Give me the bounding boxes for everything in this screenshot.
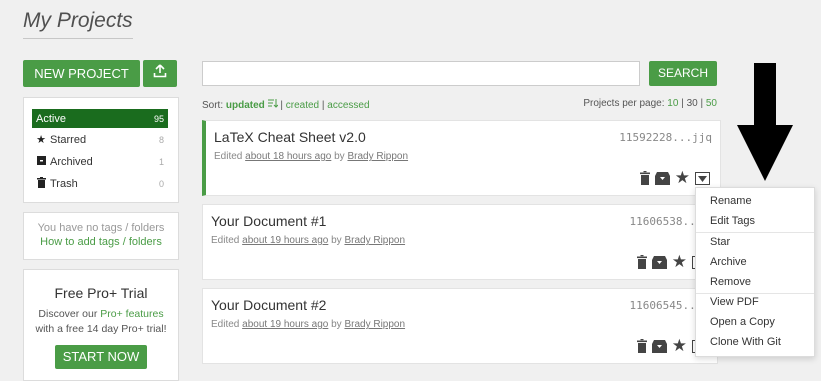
edited-prefix: Edited (214, 151, 243, 162)
project-title[interactable]: LaTeX Cheat Sheet v2.0 (214, 129, 366, 145)
menu-clone-with-git[interactable]: Clone With Git (710, 336, 781, 348)
menu-view-pdf[interactable]: View PDF (710, 296, 759, 308)
sort-accessed-link[interactable]: accessed (327, 100, 369, 111)
menu-remove[interactable]: Remove (710, 276, 751, 288)
filter-trash[interactable]: Trash 0 (32, 174, 168, 193)
sort-separator: | (321, 100, 325, 111)
pro-features-link[interactable]: Pro+ features (100, 308, 163, 320)
per-page-label: Projects per page: (583, 98, 665, 109)
filter-label: Starred (50, 133, 87, 146)
trash-icon[interactable] (636, 255, 647, 269)
page-title: My Projects (23, 9, 133, 39)
menu-divider (696, 232, 814, 233)
star-icon[interactable]: ★ (672, 336, 687, 356)
archive-icon[interactable] (654, 171, 670, 185)
sort-created-link[interactable]: created (286, 100, 319, 111)
edited-by: by (331, 319, 342, 330)
project-actions: ★ (639, 168, 710, 188)
edited-time: about 19 hours ago (242, 235, 329, 246)
edited-time: about 19 hours ago (242, 319, 329, 330)
project-card[interactable]: LaTeX Cheat Sheet v2.0 Edited about 18 h… (202, 120, 721, 196)
promo-text-after: with a free 14 day Pro+ trial! (35, 323, 167, 335)
author-link[interactable]: Brady Rippon (344, 235, 405, 246)
project-card[interactable]: Your Document #1 Edited about 19 hours a… (202, 204, 718, 280)
star-icon: ★ (36, 134, 46, 146)
promo-text: Discover our Pro+ features with a free 1… (24, 307, 178, 337)
tags-panel: You have no tags / folders How to add ta… (23, 212, 179, 260)
filter-count: 0 (158, 178, 164, 189)
edited-by: by (334, 151, 345, 162)
project-meta: Edited about 19 hours ago by Brady Rippo… (211, 235, 405, 246)
annotation-arrow-icon (737, 63, 793, 188)
chevron-down-icon[interactable] (695, 171, 710, 185)
trash-icon[interactable] (636, 339, 647, 353)
filter-count: 1 (158, 156, 164, 167)
author-link[interactable]: Brady Rippon (347, 151, 408, 162)
menu-star[interactable]: Star (710, 236, 730, 248)
project-card[interactable]: Your Document #2 Edited about 19 hours a… (202, 288, 718, 364)
edited-prefix: Edited (211, 235, 240, 246)
per-page-separator: | (700, 98, 704, 109)
start-now-button[interactable]: START NOW (55, 345, 147, 369)
per-page-bar: Projects per page: 10 | 30 | 50 (583, 98, 717, 109)
no-tags-text: You have no tags / folders (37, 222, 165, 234)
project-meta: Edited about 19 hours ago by Brady Rippo… (211, 319, 405, 330)
project-title[interactable]: Your Document #1 (211, 213, 326, 229)
project-meta: Edited about 18 hours ago by Brady Rippo… (214, 151, 408, 162)
menu-open-copy[interactable]: Open a Copy (710, 316, 775, 328)
star-icon[interactable]: ★ (675, 168, 690, 188)
upload-button[interactable] (143, 60, 177, 87)
filter-label: Archived (50, 155, 93, 168)
promo-text-before: Discover our (38, 308, 101, 320)
archive-icon[interactable] (651, 255, 667, 269)
search-button[interactable]: SEARCH (649, 61, 717, 86)
trash-icon[interactable] (639, 171, 650, 185)
star-icon[interactable]: ★ (672, 252, 687, 272)
add-tags-link[interactable]: How to add tags / folders (24, 236, 178, 248)
project-title[interactable]: Your Document #2 (211, 297, 326, 313)
edited-time: about 18 hours ago (245, 151, 332, 162)
menu-edit-tags[interactable]: Edit Tags (710, 215, 755, 227)
filter-count: 95 (153, 113, 164, 124)
filter-starred[interactable]: ★ Starred 8 (32, 130, 168, 149)
per-page-option[interactable]: 50 (706, 98, 717, 109)
menu-rename[interactable]: Rename (710, 195, 752, 207)
sort-updated-link[interactable]: updated (226, 100, 265, 111)
edited-by: by (331, 235, 342, 246)
per-page-separator: | (681, 98, 684, 109)
filter-label: Trash (50, 177, 78, 190)
project-context-menu: Rename Edit Tags Star Archive Remove Vie… (695, 187, 815, 357)
filter-count: 8 (158, 134, 164, 145)
sort-separator: | (280, 100, 283, 111)
filter-panel: Active 95 ★ Starred 8 Archived 1 Trash 0 (23, 97, 179, 203)
menu-divider (696, 293, 814, 294)
filter-label: Active (36, 112, 66, 125)
project-id: 11592228...jjq (619, 131, 712, 144)
author-link[interactable]: Brady Rippon (344, 319, 405, 330)
filter-active[interactable]: Active 95 (32, 109, 168, 128)
per-page-option[interactable]: 10 (667, 98, 678, 109)
archive-icon[interactable] (651, 339, 667, 353)
trash-icon (32, 176, 50, 191)
sort-bar: Sort: updated | created | accessed (202, 98, 370, 111)
edited-prefix: Edited (211, 319, 240, 330)
filter-archived[interactable]: Archived 1 (32, 152, 168, 171)
promo-title: Free Pro+ Trial (54, 285, 148, 301)
promo-panel: Free Pro+ Trial Discover our Pro+ featur… (23, 269, 179, 381)
search-input[interactable] (202, 61, 640, 86)
sort-label: Sort: (202, 100, 224, 111)
archive-icon (32, 155, 50, 169)
menu-archive[interactable]: Archive (710, 256, 747, 268)
upload-icon (153, 64, 167, 83)
sort-direction-icon[interactable] (267, 99, 281, 111)
per-page-option[interactable]: 30 (687, 98, 698, 109)
new-project-button[interactable]: NEW PROJECT (23, 60, 140, 87)
